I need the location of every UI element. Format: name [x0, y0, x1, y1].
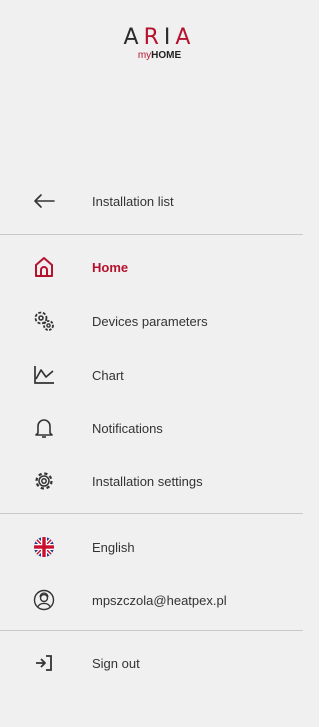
user-avatar-icon: [30, 586, 58, 614]
uk-flag-icon: [30, 533, 58, 561]
menu-item-notifications[interactable]: Notifications: [0, 408, 319, 448]
account-item[interactable]: mpszczola@heatpex.pl: [0, 580, 319, 620]
installation-list-link[interactable]: Installation list: [0, 181, 319, 221]
menu-item-chart[interactable]: Chart: [0, 355, 319, 395]
app-logo: ARIA myHOME: [0, 26, 319, 62]
menu-item-devices-parameters[interactable]: Devices parameters: [0, 301, 319, 341]
menu-item-installation-settings-label: Installation settings: [92, 473, 203, 489]
language-selector[interactable]: English: [0, 527, 319, 567]
sign-out-label: Sign out: [92, 655, 140, 671]
menu-item-devices-parameters-label: Devices parameters: [92, 313, 208, 329]
chart-line-icon: [30, 361, 58, 389]
menu-item-notifications-label: Notifications: [92, 420, 163, 436]
menu-item-home[interactable]: Home: [0, 247, 319, 287]
arrow-left-icon: [30, 187, 58, 215]
menu-item-installation-settings[interactable]: Installation settings: [0, 461, 319, 501]
divider: [0, 513, 303, 514]
home-icon: [30, 253, 58, 281]
language-label: English: [92, 539, 135, 555]
divider: [0, 630, 303, 631]
logo-wordmark: ARIA: [123, 25, 196, 50]
sign-out-button[interactable]: Sign out: [0, 643, 319, 683]
sign-out-icon: [30, 649, 58, 677]
installation-list-label: Installation list: [92, 193, 174, 209]
menu-item-chart-label: Chart: [92, 367, 124, 383]
bell-icon: [30, 414, 58, 442]
gear-icon: [30, 467, 58, 495]
logo-subtitle: myHOME: [137, 50, 182, 61]
gears-icon: [30, 307, 58, 335]
menu-item-home-label: Home: [92, 259, 129, 275]
navigation-drawer: ARIA myHOME Installation list Home Devic…: [0, 0, 319, 727]
account-email: mpszczola@heatpex.pl: [92, 592, 227, 608]
divider: [0, 234, 303, 235]
